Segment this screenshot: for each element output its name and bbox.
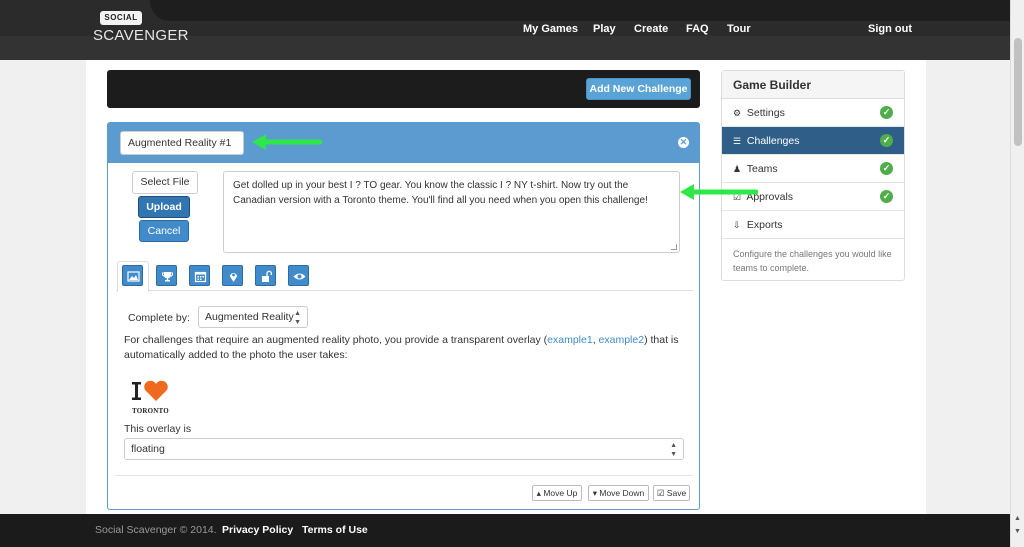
challenge-panel-header: ✕ <box>108 123 699 163</box>
move-up-label: Move Up <box>543 488 578 498</box>
move-down-label: Move Down <box>599 488 645 498</box>
tab-visibility[interactable] <box>288 265 309 286</box>
overlay-instructions-text-1: For challenges that require an augmented… <box>124 334 548 346</box>
overlay-instructions: For challenges that require an augmented… <box>124 333 684 363</box>
nav-links: My Games Play Create FAQ Tour Sign out <box>0 23 1010 39</box>
game-builder-title: Game Builder <box>722 71 904 99</box>
privacy-policy-link[interactable]: Privacy Policy <box>222 524 293 536</box>
upload-button[interactable]: Upload <box>138 196 190 218</box>
unlock-icon <box>262 270 273 282</box>
check-icon: ✓ <box>880 134 893 147</box>
page-footer: Social Scavenger © 2014. Privacy Policy … <box>0 514 1010 547</box>
navbar-top-band <box>150 0 1010 21</box>
eye-icon <box>293 273 306 280</box>
challenge-description-textarea[interactable]: Get dolled up in your best I ? TO gear. … <box>223 171 680 253</box>
sidebar-item-label: Settings <box>746 107 785 119</box>
calendar-icon <box>194 271 207 283</box>
resize-grip-icon[interactable] <box>671 244 677 250</box>
annotation-arrow-icon <box>680 184 758 200</box>
overlay-caption: TORONTO <box>132 407 169 415</box>
cancel-button[interactable]: Cancel <box>139 220 189 242</box>
sidebar-item-exports[interactable]: ⇩ Exports <box>722 211 904 239</box>
overlay-type-select[interactable]: floating ▲ ▼ <box>124 438 684 460</box>
save-label: Save <box>666 488 687 498</box>
sidebar-item-label: Teams <box>746 163 778 175</box>
scroll-up-icon[interactable]: ▲ <box>1014 515 1021 522</box>
sidebar-item-label: Challenges <box>746 135 800 147</box>
example2-link[interactable]: example2 <box>599 334 645 346</box>
check-icon: ✓ <box>880 106 893 119</box>
challenge-tabs <box>116 261 693 292</box>
close-icon[interactable]: ✕ <box>678 137 689 148</box>
list-icon: ☰ <box>733 136 742 146</box>
overlay-type-label: This overlay is <box>124 423 192 435</box>
scrollbar-thumb[interactable] <box>1014 38 1022 146</box>
top-navbar: SOCIAL SCAVENGER My Games Play Create FA… <box>0 0 1010 60</box>
tab-location[interactable] <box>222 265 243 286</box>
nav-sign-out[interactable]: Sign out <box>868 23 912 35</box>
move-up-button[interactable]: ▴ Move Up <box>532 485 582 501</box>
tab-calendar[interactable] <box>189 265 210 286</box>
check-icon: ✓ <box>880 190 893 203</box>
terms-of-use-link[interactable]: Terms of Use <box>302 524 368 536</box>
move-down-button[interactable]: ▾ Move Down <box>588 485 649 501</box>
annotation-arrow-icon <box>252 134 322 150</box>
map-marker-icon <box>230 273 237 282</box>
user-icon: ♟ <box>733 164 742 174</box>
overlay-preview-image: TORONTO <box>132 379 176 415</box>
challenge-actions: ▴ Move Up ▾ Move Down ☑ Save <box>116 475 693 503</box>
page-scrollbar[interactable]: ▲ ▼ <box>1010 0 1024 547</box>
check-icon: ✓ <box>880 162 893 175</box>
challenge-description-text: Get dolled up in your best I ? TO gear. … <box>233 180 648 206</box>
tab-trophy[interactable] <box>156 265 177 286</box>
nav-my-games[interactable]: My Games <box>523 23 578 35</box>
complete-by-label: Complete by: <box>128 312 190 324</box>
sidebar-item-challenges[interactable]: ☰ Challenges ✓ <box>722 127 904 155</box>
copyright-text: Social Scavenger © 2014. <box>95 524 217 536</box>
select-arrows-icon: ▲ ▼ <box>670 442 677 458</box>
challenge-name-input[interactable] <box>120 131 244 155</box>
i-heart-logo-icon <box>132 380 168 401</box>
tab-image[interactable] <box>122 265 143 286</box>
example1-link[interactable]: example1 <box>547 334 593 346</box>
challenge-panel: ✕ Select File Upload Cancel Get dolled u… <box>107 122 700 510</box>
download-icon: ⇩ <box>733 220 741 230</box>
add-new-challenge-button[interactable]: Add New Challenge <box>586 78 691 100</box>
nav-play[interactable]: Play <box>593 23 616 35</box>
gear-icon: ⚙ <box>733 108 742 118</box>
game-builder-note: Configure the challenges you would like … <box>733 249 892 273</box>
nav-tour[interactable]: Tour <box>727 23 751 35</box>
image-icon <box>127 271 140 282</box>
overlay-type-value: floating <box>131 443 165 455</box>
tab-unlock[interactable] <box>255 265 276 286</box>
complete-by-value: Augmented Reality <box>205 311 294 323</box>
save-button[interactable]: ☑ Save <box>653 485 690 501</box>
sidebar-item-settings[interactable]: ⚙ Settings ✓ <box>722 99 904 127</box>
check-square-icon: ☑ <box>656 488 667 498</box>
nav-create[interactable]: Create <box>634 23 668 35</box>
game-builder-panel: Game Builder ⚙ Settings ✓ ☰ Challenges ✓… <box>721 70 905 281</box>
sidebar-item-label: Exports <box>746 219 783 231</box>
select-file-button[interactable]: Select File <box>132 171 198 194</box>
sidebar-item-teams[interactable]: ♟ Teams ✓ <box>722 155 904 183</box>
trophy-icon <box>162 272 173 282</box>
nav-faq[interactable]: FAQ <box>686 23 709 35</box>
scroll-down-icon[interactable]: ▼ <box>1014 528 1021 535</box>
select-arrows-icon: ▲ ▼ <box>294 310 301 326</box>
complete-by-select[interactable]: Augmented Reality ▲ ▼ <box>198 306 308 328</box>
